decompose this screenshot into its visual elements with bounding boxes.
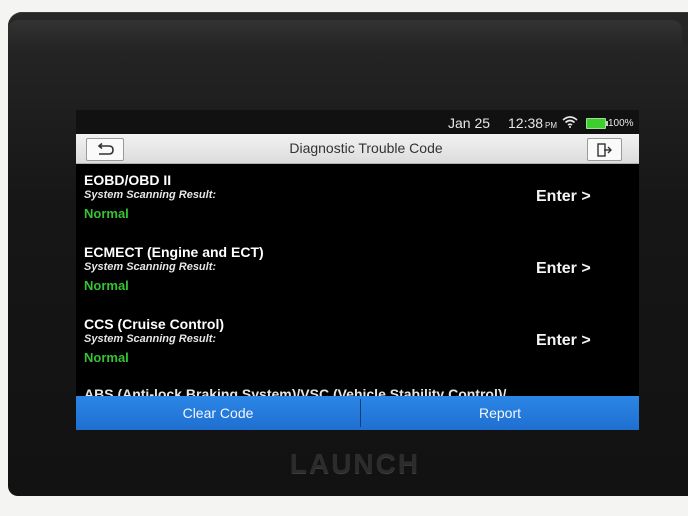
battery-icon bbox=[586, 118, 608, 129]
bezel-highlight bbox=[8, 20, 682, 50]
status-time: 12:38 PM bbox=[508, 115, 557, 131]
scan-result-label: System Scanning Result: bbox=[84, 261, 217, 273]
status-text: Normal bbox=[84, 206, 129, 221]
brand-logo: LAUNCH bbox=[289, 448, 421, 479]
back-button[interactable] bbox=[86, 138, 124, 161]
system-list: EOBD/OBD II System Scanning Result: Norm… bbox=[76, 164, 639, 402]
exit-button[interactable] bbox=[587, 138, 622, 161]
bottom-action-bar: Clear Code Report bbox=[76, 396, 639, 430]
status-time-value: 12:38 bbox=[508, 115, 544, 131]
status-date: Jan 25 bbox=[448, 115, 491, 131]
page-title: Diagnostic Trouble Code bbox=[289, 140, 443, 156]
system-name: ECMECT (Engine and ECT) bbox=[84, 244, 264, 260]
list-item: EOBD/OBD II System Scanning Result: Norm… bbox=[76, 172, 639, 242]
enter-button[interactable]: Enter > bbox=[536, 188, 591, 206]
title-bar: Diagnostic Trouble Code bbox=[76, 134, 639, 164]
status-text: Normal bbox=[84, 278, 129, 293]
list-item: CCS (Cruise Control) System Scanning Res… bbox=[76, 316, 639, 386]
status-bar: Jan 25 12:38 PM 100% bbox=[76, 110, 639, 134]
clear-code-button[interactable]: Clear Code bbox=[76, 396, 360, 430]
system-name: CCS (Cruise Control) bbox=[84, 316, 224, 332]
back-arrow-icon bbox=[97, 142, 114, 155]
system-name: EOBD/OBD II bbox=[84, 172, 172, 188]
scan-result-label: System Scanning Result: bbox=[84, 189, 217, 201]
report-button[interactable]: Report bbox=[361, 396, 639, 430]
enter-button[interactable]: Enter > bbox=[536, 332, 591, 350]
battery-percent: 100% bbox=[608, 118, 634, 129]
enter-button[interactable]: Enter > bbox=[536, 260, 591, 278]
scan-result-label: System Scanning Result: bbox=[84, 333, 217, 345]
wifi-icon bbox=[562, 116, 578, 128]
list-item: ECMECT (Engine and ECT) System Scanning … bbox=[76, 244, 639, 314]
screen: Jan 25 12:38 PM 100% Diagnostic Trouble C… bbox=[76, 110, 639, 430]
status-text: Normal bbox=[84, 350, 129, 365]
exit-icon bbox=[596, 142, 612, 157]
status-ampm: PM bbox=[545, 121, 558, 130]
